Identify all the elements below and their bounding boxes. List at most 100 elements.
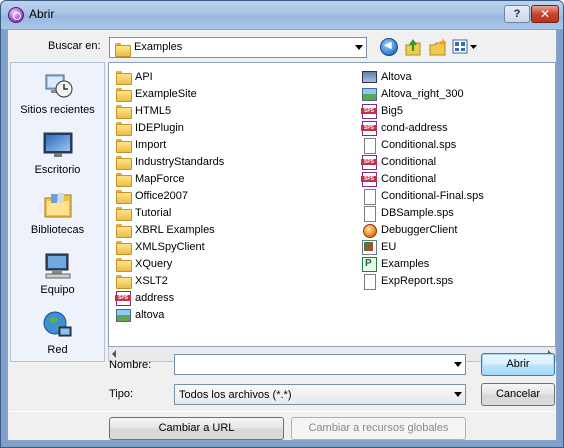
file-name: Conditional.sps (381, 139, 457, 151)
file-name: Big5 (381, 105, 404, 117)
lookin-dropdown[interactable]: Examples (109, 37, 367, 58)
file-name: ExpReport.sps (381, 275, 454, 287)
place-recent[interactable]: Sitios recientes (11, 67, 104, 125)
libraries-icon (44, 193, 72, 218)
file-name: cond-address (381, 122, 448, 134)
folder-icon (115, 69, 132, 85)
place-network[interactable]: Red (11, 307, 104, 365)
file-name: XSLT2 (135, 275, 168, 287)
open-button[interactable]: Abrir (481, 353, 555, 376)
image-icon (115, 307, 131, 323)
folder-icon (115, 171, 132, 187)
file-name: EU (381, 241, 397, 253)
image-icon (361, 69, 377, 85)
place-desktop[interactable]: Escritorio (11, 127, 104, 185)
file-name: API (135, 71, 153, 83)
place-label: Bibliotecas (30, 224, 85, 236)
file-name: ExampleSite (135, 88, 197, 100)
sps-file-icon (361, 154, 377, 170)
place-label: Red (47, 344, 68, 356)
sps-file-icon (115, 290, 131, 306)
filetype-value: Todos los archivos (*.*) (179, 389, 292, 401)
file-name: Conditional (381, 173, 437, 185)
help-button[interactable]: ? (504, 5, 530, 23)
place-libraries[interactable]: Bibliotecas (11, 187, 104, 245)
sps-file-icon (361, 120, 377, 136)
folder-icon (115, 154, 132, 170)
folder-icon (115, 239, 132, 255)
file-list[interactable]: API ExampleSite HTML5 IDEPlugin Import Indust… (108, 62, 556, 347)
filetype-dropdown[interactable]: Todos los archivos (*.*) (174, 384, 466, 405)
title-bar[interactable]: Abrir ? ✕ (1, 1, 563, 29)
chevron-down-icon[interactable] (454, 392, 462, 397)
file-name: MapForce (135, 173, 185, 185)
app-logo-icon (8, 7, 24, 23)
places-bar: Sitios recientes Escritorio Bibliotecas … (10, 62, 105, 362)
folder-icon (115, 86, 132, 102)
lookin-label: Buscar en: (48, 40, 101, 52)
file-name: IDEPlugin (135, 122, 184, 134)
lookin-value: Examples (134, 41, 183, 53)
new-folder-icon[interactable] (428, 37, 448, 57)
change-to-url-button[interactable]: Cambiar a URL (109, 417, 284, 440)
file-name: altova (135, 309, 165, 321)
chevron-down-icon[interactable] (355, 45, 363, 50)
file-name: Altova_right_300 (381, 88, 464, 100)
place-label: Equipo (40, 284, 75, 296)
views-menu-icon[interactable] (452, 38, 478, 56)
folder-icon (115, 103, 132, 119)
sps-file-icon (361, 171, 377, 187)
folder-icon (115, 205, 132, 221)
recent-places-icon (45, 74, 73, 98)
file-name: XMLSpyClient (135, 241, 205, 253)
executable-icon (361, 222, 377, 238)
folder-icon (115, 273, 132, 289)
file-name: Examples (381, 258, 430, 270)
file-name: Conditional (381, 156, 437, 168)
file-name: XBRL Examples (135, 224, 215, 236)
name-label: Nombre: (109, 359, 152, 371)
application-icon (361, 239, 377, 255)
document-icon (361, 137, 377, 154)
image-icon (361, 86, 377, 102)
document-icon (361, 273, 377, 290)
document-icon (361, 188, 377, 205)
file-name: XQuery (135, 258, 173, 270)
file-name: IndustryStandards (135, 156, 225, 168)
network-icon (43, 311, 72, 337)
project-icon (361, 256, 377, 272)
desktop-icon (43, 132, 73, 157)
file-name: Office2007 (135, 190, 189, 202)
chevron-down-icon[interactable] (454, 362, 462, 367)
file-name: Tutorial (135, 207, 172, 219)
folder-icon (115, 137, 132, 153)
cancel-button[interactable]: Cancelar (481, 383, 555, 406)
up-folder-icon[interactable] (404, 37, 422, 57)
folder-icon (115, 256, 132, 272)
folder-icon (115, 222, 132, 238)
open-dialog: Abrir ? ✕ Buscar en: Examples ◀ Sitios r… (0, 0, 564, 448)
folder-icon (114, 41, 131, 57)
file-name: Altova (381, 71, 412, 83)
sps-file-icon (361, 103, 377, 119)
close-button[interactable]: ✕ (531, 5, 559, 23)
file-name: address (135, 292, 175, 304)
folder-icon (115, 188, 132, 204)
separator (10, 411, 556, 412)
place-computer[interactable]: Equipo (11, 247, 104, 305)
folder-icon (115, 120, 132, 136)
dialog-body: Buscar en: Examples ◀ Sitios recientes E… (7, 29, 557, 441)
place-label: Sitios recientes (20, 104, 95, 116)
computer-icon (45, 253, 71, 279)
change-to-global-resources-button: Cambiar a recursos globales (291, 417, 466, 440)
file-name: DebuggerClient (381, 224, 458, 236)
back-icon[interactable] (380, 38, 398, 56)
filename-input[interactable] (174, 354, 466, 375)
type-label: Tipo: (109, 388, 134, 400)
file-name: Import (135, 139, 167, 151)
scroll-left-icon[interactable] (112, 350, 116, 358)
file-name: HTML5 (135, 105, 172, 117)
file-name: DBSample.sps (381, 207, 454, 219)
file-name: Conditional-Final.sps (381, 190, 484, 202)
document-icon (361, 205, 377, 222)
